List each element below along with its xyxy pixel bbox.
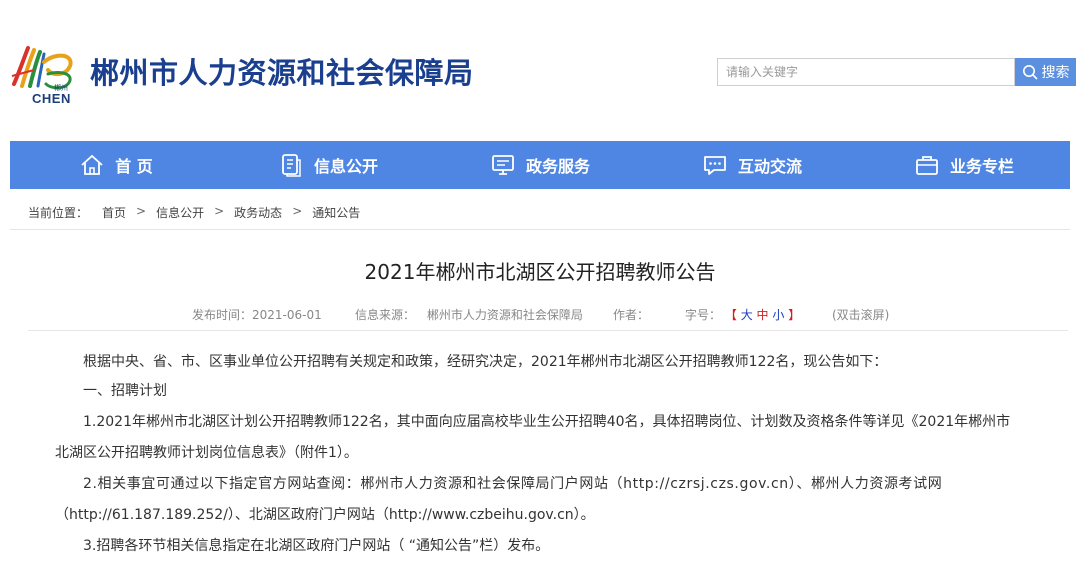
- breadcrumb: 当前位置： 首页 > 信息公开 > 政务动态 > 通知公告: [28, 204, 360, 221]
- font-size-small-link[interactable]: 小: [772, 308, 784, 322]
- search-input[interactable]: [717, 58, 1015, 86]
- monitor-icon: [492, 155, 514, 175]
- article-paragraph: 1.2021年郴州市北湖区计划公开招聘教师122名，其中面向应届高校毕业生公开招…: [83, 414, 1011, 430]
- article-title: 2021年郴州市北湖区公开招聘教师公告: [364, 260, 716, 284]
- article-section-heading: 一、招聘计划: [83, 383, 167, 399]
- site-title[interactable]: 郴州市人力资源和社会保障局: [90, 50, 474, 92]
- search-button[interactable]: 搜索: [1015, 58, 1076, 86]
- breadcrumb-item-info[interactable]: 信息公开: [156, 204, 204, 221]
- nav-special-label: 业务专栏: [949, 157, 1014, 176]
- nav-item-info[interactable]: 信息公开: [222, 141, 434, 189]
- breadcrumb-separator: >: [292, 204, 303, 218]
- article-paragraph: 3.招聘各环节相关信息指定在北湖区政府门户网站（ “通知公告”栏）发布。: [83, 538, 550, 554]
- site-header: 郴州 CHEN 郴州市人力资源和社会保障局 搜索: [0, 0, 1080, 140]
- search-icon: [1022, 65, 1038, 80]
- source-label: 信息来源：: [355, 308, 416, 322]
- article-paragraph: 北湖区公开招聘教师计划岗位信息表》（附件1）。: [55, 445, 358, 461]
- search-box: 搜索: [717, 58, 1076, 86]
- font-size-label: 字号：: [685, 308, 722, 322]
- size-bracket-open: 【: [724, 308, 737, 322]
- article-paragraph: （http://61.187.189.252/）、北湖区政府门户网站（http:…: [55, 507, 595, 523]
- article-body: 根据中央、省、市、区事业单位公开招聘有关规定和政策，经研究决定，2021年郴州市…: [55, 349, 1035, 559]
- source-info: 信息来源： 郴州市人力资源和社会保障局: [355, 306, 583, 323]
- main-nav: 首 页 信息公开 政务服务 互动交流 业务专栏: [10, 141, 1070, 189]
- publish-label: 发布时间：: [192, 308, 253, 322]
- nav-item-home[interactable]: 首 页: [10, 141, 222, 189]
- source-value: 郴州市人力资源和社会保障局: [426, 308, 583, 322]
- nav-item-interact[interactable]: 互动交流: [646, 141, 858, 189]
- breadcrumb-separator: >: [214, 204, 225, 218]
- chat-bubble-icon: [704, 156, 726, 175]
- author-label: 作者：: [613, 308, 650, 322]
- breadcrumb-label: 当前位置：: [28, 206, 89, 220]
- nav-service-label: 政务服务: [525, 157, 590, 176]
- publish-date: 2021-06-01: [252, 308, 322, 322]
- home-icon: [81, 154, 103, 175]
- article-paragraph: 根据中央、省、市、区事业单位公开招聘有关规定和政策，经研究决定，2021年郴州市…: [83, 354, 888, 370]
- font-size-control: 字号： 【 大 中 小 】: [685, 306, 800, 323]
- breadcrumb-item-notice[interactable]: 通知公告: [312, 204, 360, 221]
- nav-item-service[interactable]: 政务服务: [434, 141, 646, 189]
- font-size-large-link[interactable]: 大: [741, 308, 753, 322]
- breadcrumb-separator: >: [136, 204, 147, 218]
- scroll-hint[interactable]: (双击滚屏): [832, 306, 889, 323]
- size-bracket-close: 】: [788, 308, 801, 322]
- search-button-label: 搜索: [1041, 65, 1070, 81]
- breadcrumb-item-home[interactable]: 首页: [102, 204, 126, 221]
- nav-interact-label: 互动交流: [737, 157, 802, 176]
- font-size-medium-link[interactable]: 中: [757, 308, 769, 322]
- article-paragraph: 2.相关事宜可通过以下指定官方网站查阅：郴州市人力资源和社会保障局门户网站（ht…: [83, 476, 943, 492]
- briefcase-icon: [916, 156, 938, 175]
- nav-info-label: 信息公开: [313, 157, 378, 176]
- nav-home-label: 首 页: [115, 157, 153, 176]
- logo-text: CHEN: [32, 91, 71, 106]
- document-icon: [282, 154, 301, 177]
- nav-item-special[interactable]: 业务专栏: [858, 141, 1070, 189]
- meta-divider: [28, 330, 1068, 331]
- breadcrumb-item-news[interactable]: 政务动态: [234, 204, 282, 221]
- breadcrumb-divider: [10, 229, 1070, 230]
- publish-info: 发布时间：2021-06-01: [192, 306, 322, 323]
